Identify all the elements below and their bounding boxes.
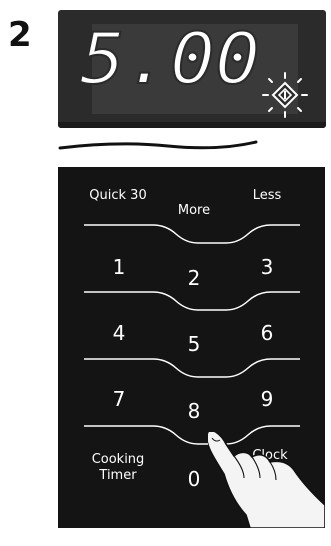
more-button[interactable]: More bbox=[154, 203, 234, 219]
key-7-button[interactable]: 7 bbox=[99, 387, 139, 411]
key-5-button[interactable]: 5 bbox=[174, 332, 214, 356]
key-4-button[interactable]: 4 bbox=[99, 321, 139, 345]
key-2-button[interactable]: 2 bbox=[174, 266, 214, 290]
display-readout-text: 5.00 bbox=[80, 23, 260, 91]
start-button-diamond-icon bbox=[262, 72, 308, 118]
display-shadow-wave bbox=[58, 140, 258, 150]
key-1-button[interactable]: 1 bbox=[99, 255, 139, 279]
pointing-hand-icon bbox=[208, 432, 325, 528]
cooking-timer-label-line1: Cooking bbox=[91, 452, 145, 467]
display-readout: 5.00 bbox=[79, 23, 261, 91]
key-3-button[interactable]: 3 bbox=[247, 255, 287, 279]
key-6-button[interactable]: 6 bbox=[247, 321, 287, 345]
key-9-button[interactable]: 9 bbox=[247, 387, 287, 411]
cooking-timer-label-line2: Timer bbox=[99, 468, 137, 483]
cooking-timer-button[interactable]: Cooking Timer bbox=[78, 452, 158, 484]
key-8-button[interactable]: 8 bbox=[174, 399, 214, 423]
step-number: 2 bbox=[8, 15, 32, 55]
less-button[interactable]: Less bbox=[227, 188, 307, 204]
quick-30-button[interactable]: Quick 30 bbox=[78, 188, 158, 204]
display-bezel-shadow bbox=[58, 122, 326, 128]
keypad-panel: Quick 30 More Less 1 2 3 4 5 6 7 8 9 Coo… bbox=[58, 167, 325, 528]
